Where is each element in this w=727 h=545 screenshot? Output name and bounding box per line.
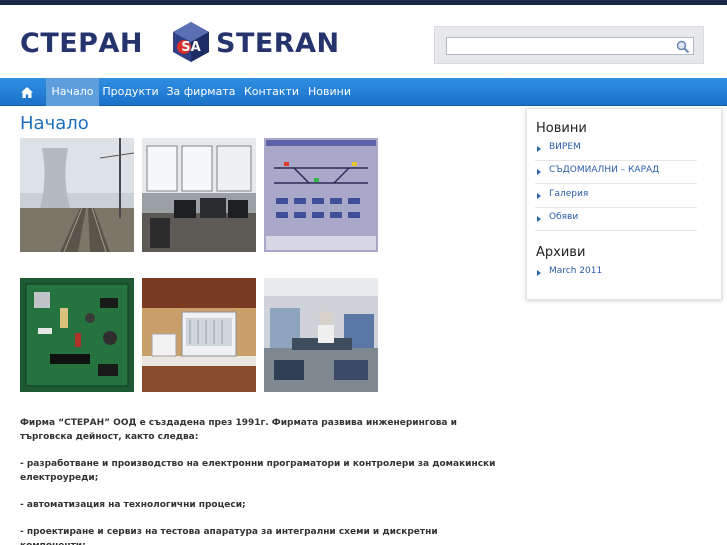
- logo-text-latin: STERAN: [216, 28, 340, 59]
- home-icon: [21, 86, 33, 98]
- logo-text-cyrillic: СТЕРАН: [20, 28, 143, 59]
- archives-heading: Архиви: [536, 245, 586, 260]
- sidebar-archive-item[interactable]: March 2011: [535, 262, 697, 285]
- nav-item-news[interactable]: Новини: [305, 78, 354, 106]
- bullet-icon: [537, 193, 541, 199]
- sidebar-news-item[interactable]: ВИРЕМ: [535, 138, 697, 161]
- intro-paragraph: Фирма “СТЕРАН” ООД е създадена през 1991…: [20, 418, 457, 442]
- site-logo[interactable]: СТЕРАН SA STERAN: [20, 20, 365, 64]
- bullet-icon: [537, 169, 541, 175]
- bullet-icon: [537, 270, 541, 276]
- bullet-icon: [537, 216, 541, 222]
- railway-power-plant-photo[interactable]: [20, 138, 134, 252]
- sidebar: Новини ВИРЕМ СЪДОМИАЛНИ – КАРАД Галерия …: [526, 108, 722, 300]
- nav-item-products[interactable]: Продукти: [101, 78, 160, 106]
- logo-mark-icon: SA: [173, 22, 209, 62]
- activity-item-1: - разработване и производство на електро…: [20, 459, 496, 483]
- control-room-photo[interactable]: [142, 138, 256, 252]
- circuit-board-photo[interactable]: [20, 278, 134, 392]
- search-icon[interactable]: [676, 40, 690, 54]
- sidebar-news-item[interactable]: Галерия: [535, 185, 697, 208]
- main-navigation: Начало Продукти За фирмата Контакти Нови…: [0, 78, 727, 106]
- news-heading: Новини: [536, 121, 587, 136]
- activity-item-2: - автоматизация на технологични процеси;: [20, 500, 246, 510]
- top-border: [0, 0, 727, 5]
- sidebar-news-item[interactable]: СЪДОМИАЛНИ – КАРАД: [535, 161, 697, 184]
- track-diagram-screen[interactable]: [264, 138, 378, 252]
- logo-mark-text: SA: [181, 40, 200, 55]
- activity-item-3: - проектиране и сервиз на тестова апарат…: [20, 527, 438, 545]
- bullet-icon: [537, 146, 541, 152]
- search-input[interactable]: [446, 37, 694, 55]
- page-title: Начало: [20, 113, 89, 134]
- lab-appliance-photo[interactable]: [142, 278, 256, 392]
- sidebar-news-item[interactable]: Обяви: [535, 208, 697, 231]
- workshop-photo[interactable]: [264, 278, 378, 392]
- nav-home-button[interactable]: [10, 78, 44, 106]
- nav-item-home[interactable]: Начало: [46, 78, 99, 106]
- search-panel: [434, 26, 704, 64]
- nav-item-about[interactable]: За фирмата: [164, 78, 238, 106]
- nav-item-contacts[interactable]: Контакти: [242, 78, 301, 106]
